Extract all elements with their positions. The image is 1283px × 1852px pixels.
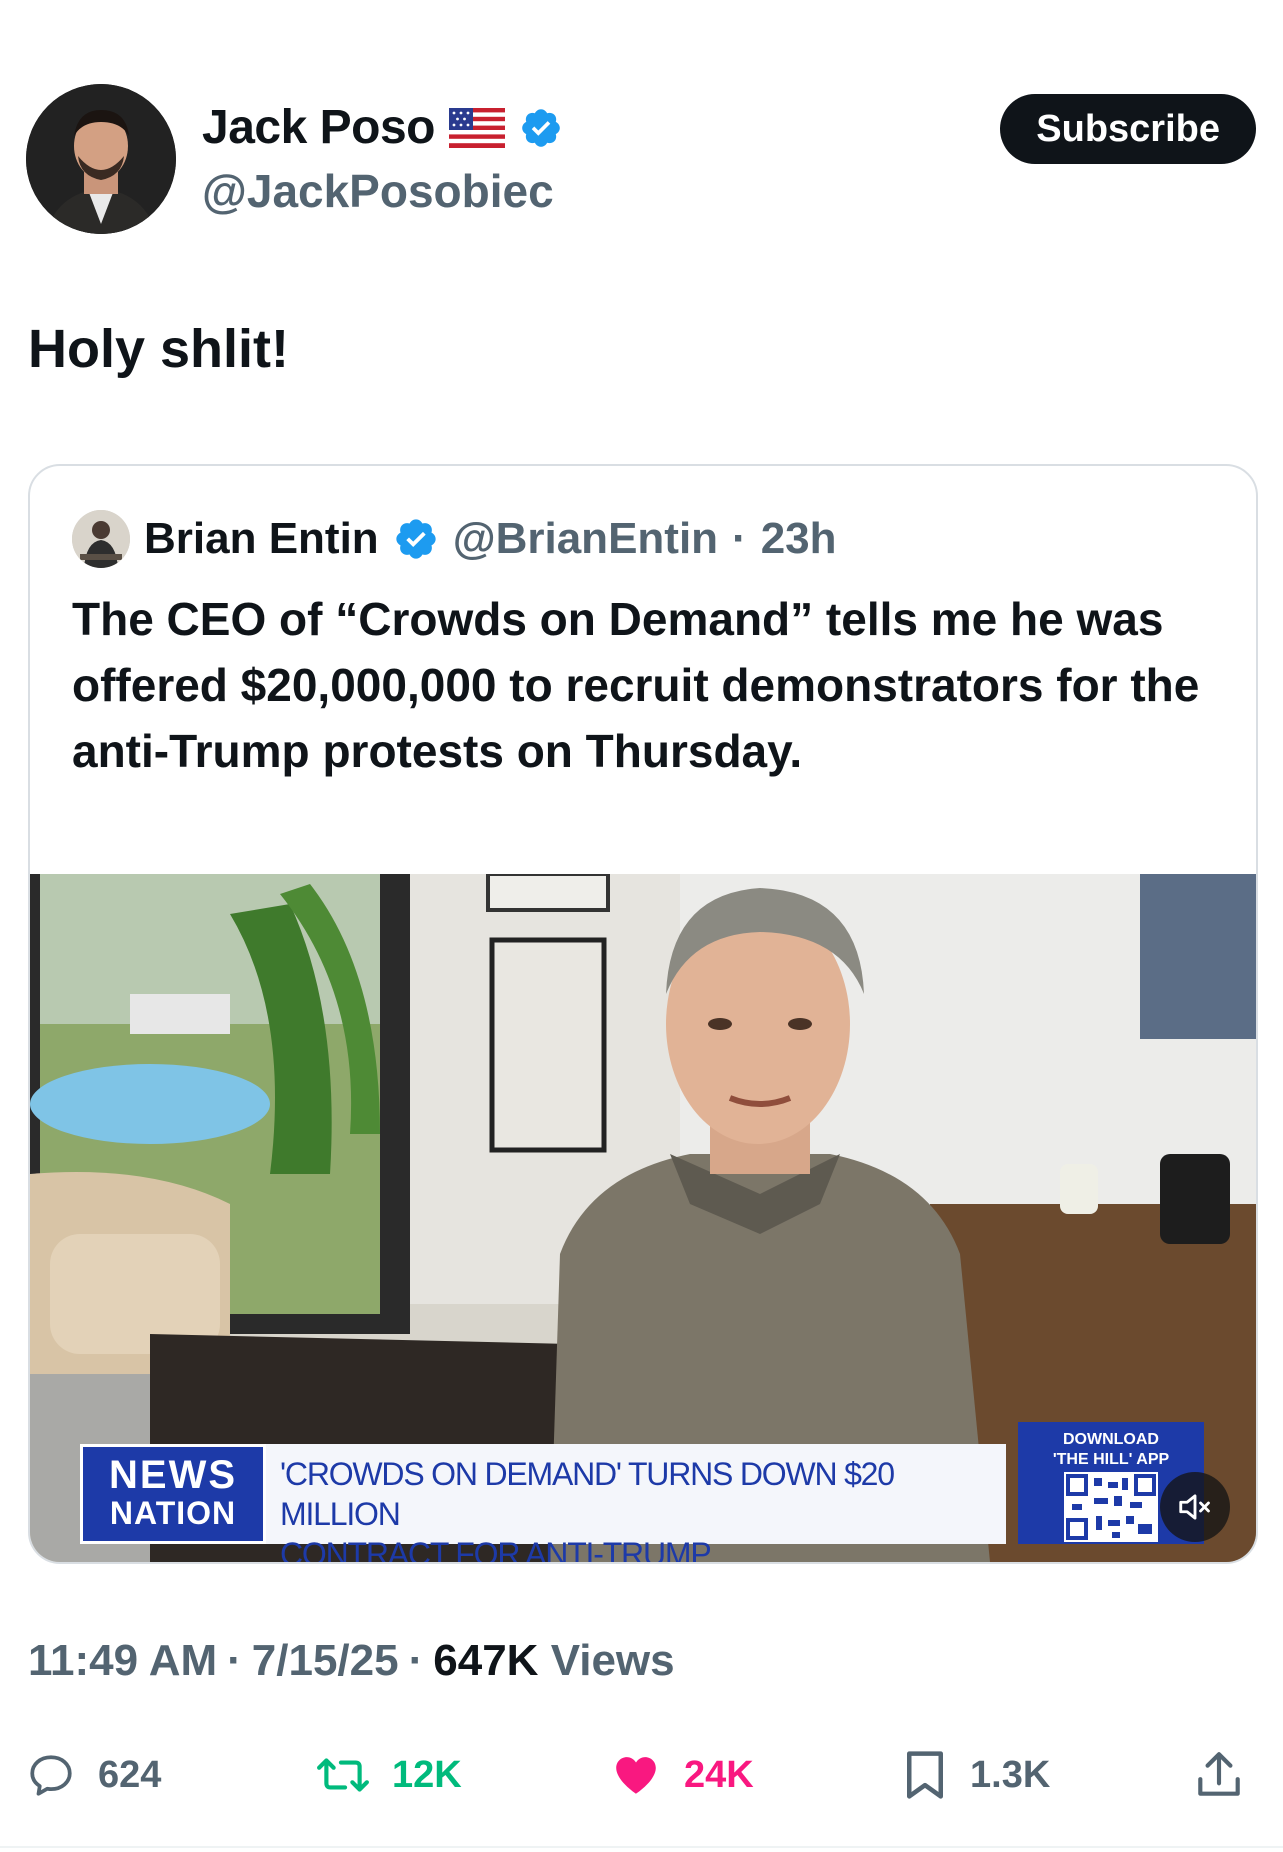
us-flag-icon (448, 107, 505, 148)
repost-icon (317, 1758, 369, 1792)
quoted-video-player[interactable]: NEWS NATION 'CROWDS ON DEMAND' TURNS DOW… (30, 874, 1256, 1562)
post-time[interactable]: 11:49 AM (28, 1636, 217, 1686)
reply-button[interactable]: 624 (26, 1740, 161, 1810)
heart-icon (616, 1757, 656, 1794)
post-meta: 11:49 AM · 7/15/25 · 647K Views (28, 1636, 675, 1686)
subscribe-button[interactable]: Subscribe (1000, 94, 1256, 164)
mute-toggle-button[interactable] (1160, 1472, 1230, 1542)
chyron-line-2: CONTRACT FOR ANTI-TRUMP DEMONSTRATIONS (280, 1536, 711, 1562)
qr-code (1064, 1472, 1158, 1542)
like-count: 24K (684, 1753, 754, 1796)
quoted-verified-badge-icon (393, 516, 439, 562)
meta-separator: · (227, 1636, 242, 1685)
quoted-post-text: The CEO of “Crowds on Demand” tells me h… (72, 593, 1200, 777)
quoted-author-avatar[interactable] (72, 510, 130, 568)
repost-button[interactable]: 12K (316, 1740, 462, 1810)
verified-badge-icon (519, 106, 563, 150)
bookmark-count: 1.3K (970, 1753, 1051, 1796)
chyron-line-1: 'CROWDS ON DEMAND' TURNS DOWN $20 MILLIO… (280, 1456, 895, 1532)
author-handle[interactable]: @JackPosobiec (202, 164, 554, 218)
logo-line-2: NATION (109, 1495, 237, 1531)
bookmark-icon (907, 1751, 943, 1799)
author-display-name[interactable]: Jack Poso (202, 100, 435, 155)
like-button[interactable]: 24K (610, 1740, 754, 1810)
author-name-row: Jack Poso (202, 100, 563, 155)
logo-line-1: NEWS (109, 1453, 237, 1497)
share-icon (1198, 1752, 1240, 1796)
post-text: Holy shlit! (28, 319, 290, 379)
post-date[interactable]: 7/15/25 (252, 1636, 399, 1686)
post-header: Jack Poso @JackPosobiec Subscribe (26, 84, 1256, 234)
views-count: 647K (433, 1636, 539, 1685)
promo-line-2: 'THE HILL' APP (1052, 1451, 1170, 1468)
newsnation-logo: NEWS NATION (80, 1444, 266, 1544)
reply-count: 624 (98, 1753, 162, 1796)
separator-dot: · (732, 514, 747, 563)
news-chyron: 'CROWDS ON DEMAND' TURNS DOWN $20 MILLIO… (266, 1444, 1006, 1562)
reply-icon (30, 1755, 72, 1796)
quoted-post-header: Brian Entin @BrianEntin · 23h (72, 510, 837, 568)
quoted-post-time[interactable]: 23h (761, 514, 837, 564)
share-button[interactable] (1194, 1740, 1244, 1810)
quoted-author-name[interactable]: Brian Entin (144, 514, 379, 564)
author-avatar[interactable] (26, 84, 176, 234)
repost-count: 12K (392, 1753, 462, 1796)
meta-separator: · (408, 1636, 424, 1685)
divider (0, 1846, 1283, 1848)
action-bar: 624 12K 24K 1.3K (26, 1740, 1256, 1810)
bookmark-button[interactable]: 1.3K (902, 1740, 1050, 1810)
news-lower-third: NEWS NATION 'CROWDS ON DEMAND' TURNS DOW… (80, 1444, 1006, 1562)
quoted-post-card[interactable]: Brian Entin @BrianEntin · 23h The CEO of… (28, 464, 1258, 1564)
muted-speaker-icon (1179, 1494, 1210, 1520)
views-label: Views (550, 1636, 675, 1685)
quoted-author-handle[interactable]: @BrianEntin (453, 514, 718, 564)
promo-line-1: DOWNLOAD (1063, 1431, 1159, 1448)
